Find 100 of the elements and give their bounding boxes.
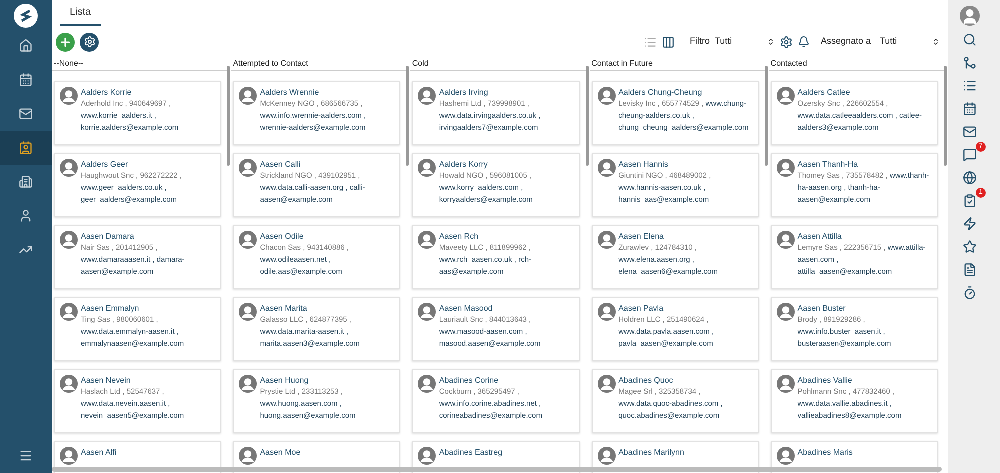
contact-name[interactable]: Abadines Marilynn <box>618 447 684 458</box>
avatar-icon <box>239 159 258 177</box>
building-icon <box>19 175 33 189</box>
avatar-icon <box>239 87 258 105</box>
column-header: Contacted <box>768 58 944 71</box>
avatar-icon <box>60 447 78 465</box>
scrollbar-thumb[interactable] <box>944 66 947 166</box>
contact-name[interactable]: Aasen Thanh-Ha <box>798 159 932 170</box>
contact-name[interactable]: Aasen Attilla <box>798 231 932 242</box>
contact-name[interactable]: Aalders Wrennie <box>260 87 394 98</box>
contact-name[interactable]: Aalders Korry <box>439 159 574 170</box>
document-icon[interactable] <box>963 263 977 277</box>
merge-icon[interactable] <box>963 56 977 70</box>
settings-icon[interactable] <box>780 36 793 48</box>
avatar-icon <box>418 159 436 177</box>
stopwatch-icon[interactable] <box>963 286 977 300</box>
scrollbar-thumb[interactable] <box>764 66 768 166</box>
contact-name[interactable]: Abadines Eastreg <box>439 447 503 458</box>
avatar-icon <box>418 375 436 393</box>
avatar-icon <box>776 159 795 177</box>
plus-icon <box>59 36 72 48</box>
avatar-icon <box>776 231 795 249</box>
list-icon[interactable] <box>963 79 977 93</box>
avatar-icon <box>60 375 78 393</box>
contact-name[interactable]: Aasen Damara <box>81 231 216 242</box>
contact-name[interactable]: Aasen Pavla <box>618 303 753 314</box>
avatar-icon <box>60 159 78 177</box>
avatar-icon <box>418 87 436 105</box>
avatar-icon <box>239 303 258 321</box>
column-header: Attempted to Contact <box>231 58 406 71</box>
assigned-select[interactable]: Tutti <box>880 35 940 49</box>
contact-name[interactable]: Abadines Vallie <box>798 375 932 386</box>
contact-name[interactable]: Abadines Quoc <box>618 375 753 386</box>
calendar-icon <box>19 73 33 87</box>
avatar-icon <box>60 87 78 105</box>
avatar-icon <box>60 303 78 321</box>
avatar-icon <box>598 231 616 249</box>
menu-icon[interactable] <box>19 449 33 463</box>
avatar-icon <box>60 231 78 249</box>
contact-name[interactable]: Abadines Corine <box>439 375 574 386</box>
assigned-label: Assegnato a <box>820 35 871 48</box>
nav-item[interactable] <box>0 131 52 165</box>
gear-icon <box>84 36 96 48</box>
bolt-icon[interactable] <box>963 217 977 231</box>
avatar-icon <box>598 87 616 105</box>
calendar-icon[interactable] <box>963 102 977 116</box>
mail-icon[interactable] <box>963 125 977 139</box>
avatar-icon <box>418 231 436 249</box>
add-button[interactable] <box>56 32 75 52</box>
contact-name[interactable]: Aalders Catlee <box>798 87 932 98</box>
contact-name[interactable]: Aasen Rch <box>439 231 574 242</box>
contact-name[interactable]: Aalders Geer <box>81 159 216 170</box>
task-icon[interactable] <box>963 194 977 208</box>
person-icon <box>19 209 33 223</box>
contact-name[interactable]: Aasen Nevein <box>81 375 216 386</box>
contact-name[interactable]: Aalders Chung-Cheung <box>618 87 753 98</box>
column-header: Cold <box>410 58 586 71</box>
user-avatar-icon[interactable] <box>960 6 980 26</box>
scrollbar-thumb[interactable] <box>406 66 410 166</box>
horizontal-scrollbar[interactable] <box>52 467 942 472</box>
globe-icon[interactable] <box>963 171 977 185</box>
contact-name[interactable]: Aasen Alfi <box>81 447 117 458</box>
avatar-icon <box>598 159 616 177</box>
avatar-icon <box>239 231 258 249</box>
mail-icon <box>19 107 33 121</box>
avatar-icon <box>776 447 795 465</box>
avatar-icon <box>418 447 436 465</box>
contact-name[interactable]: Aasen Buster <box>798 303 932 314</box>
avatar-icon <box>598 447 616 465</box>
contact-name[interactable]: Aasen Hannis <box>618 159 753 170</box>
star-icon[interactable] <box>963 240 977 254</box>
contact-name[interactable]: Abadines Maris <box>798 447 853 458</box>
contact-name[interactable]: Aasen Elena <box>618 231 753 242</box>
contact-name[interactable]: Aasen Moe <box>260 447 301 458</box>
search-icon[interactable] <box>963 33 977 47</box>
contact-name[interactable]: Aasen Calli <box>260 159 394 170</box>
settings-button[interactable] <box>80 32 99 52</box>
chat-icon[interactable] <box>963 148 977 162</box>
notification-icon[interactable] <box>798 36 810 48</box>
dropdown-caret-icon <box>766 38 775 46</box>
column-view-icon[interactable] <box>662 36 675 48</box>
contact-name[interactable]: Aasen Odile <box>260 231 394 242</box>
avatar-icon <box>598 303 616 321</box>
contact-name[interactable]: Aasen Huong <box>260 375 394 386</box>
contact-name[interactable]: Aasen Masood <box>439 303 574 314</box>
logo-icon[interactable] <box>14 4 38 28</box>
scrollbar-thumb[interactable] <box>227 66 230 166</box>
filter-select[interactable]: Tutti <box>714 35 775 49</box>
column-header: Contact in Future <box>590 58 765 71</box>
contact-name[interactable]: Aasen Emmalyn <box>81 303 216 314</box>
column-header: --None-- <box>52 58 228 71</box>
filter-label: Filtro <box>690 35 710 48</box>
contact-name[interactable]: Aalders Korrie <box>81 87 216 98</box>
contact-name[interactable]: Aalders Irving <box>439 87 574 98</box>
contact-name[interactable]: Aasen Marita <box>260 303 394 314</box>
scrollbar-thumb[interactable] <box>586 66 589 166</box>
tab[interactable]: Lista <box>60 5 102 26</box>
avatar-icon <box>776 375 795 393</box>
contact-icon <box>19 141 33 155</box>
dropdown-caret-icon <box>932 38 940 46</box>
